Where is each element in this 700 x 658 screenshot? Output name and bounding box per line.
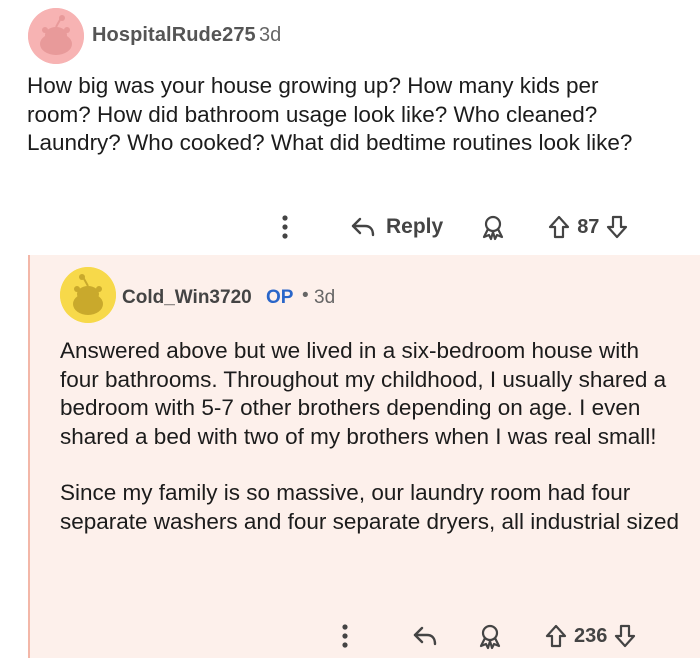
award-icon[interactable] (479, 213, 507, 241)
comment-body: Answered above but we lived in a six-bed… (60, 337, 680, 564)
op-badge: OP (266, 287, 294, 308)
comment-body: How big was your house growing up? How m… (27, 73, 633, 155)
user-avatar[interactable] (60, 267, 116, 323)
comment-actions: 236 (340, 617, 637, 655)
snoo-avatar-icon (60, 267, 116, 323)
comment-timestamp: 3d (314, 287, 336, 308)
snoo-avatar-icon (28, 8, 84, 64)
award-icon[interactable] (476, 622, 504, 650)
downvote-arrow-icon[interactable] (613, 623, 637, 649)
user-avatar[interactable] (28, 8, 84, 64)
comment-paragraph: Since my family is so massive, our laund… (60, 480, 680, 534)
more-options-icon[interactable] (280, 213, 306, 241)
more-options-icon[interactable] (340, 622, 366, 650)
comment-actions: Reply 87 (280, 208, 629, 246)
comment-paragraph: Answered above but we lived in a six-bed… (60, 338, 667, 449)
reply-arrow-icon (351, 217, 375, 237)
upvote-arrow-icon[interactable] (547, 214, 571, 240)
reply-label: Reply (386, 215, 444, 238)
comment-author[interactable]: HospitalRude275 (92, 24, 256, 47)
comment-timestamp: 3d (259, 24, 282, 46)
comment-reply: Cold_Win3720 OP • 3d Answered above but … (28, 255, 700, 658)
comment-author[interactable]: Cold_Win3720 (122, 287, 252, 309)
separator-dot: • (302, 285, 309, 306)
vote-count: 236 (574, 624, 608, 647)
reply-arrow-icon[interactable] (412, 624, 438, 648)
upvote-arrow-icon[interactable] (544, 623, 568, 649)
comment-parent: HospitalRude275 3d How big was your hous… (0, 0, 700, 255)
downvote-arrow-icon[interactable] (605, 214, 629, 240)
reply-button[interactable]: Reply (350, 215, 443, 239)
vote-count: 87 (577, 215, 600, 238)
